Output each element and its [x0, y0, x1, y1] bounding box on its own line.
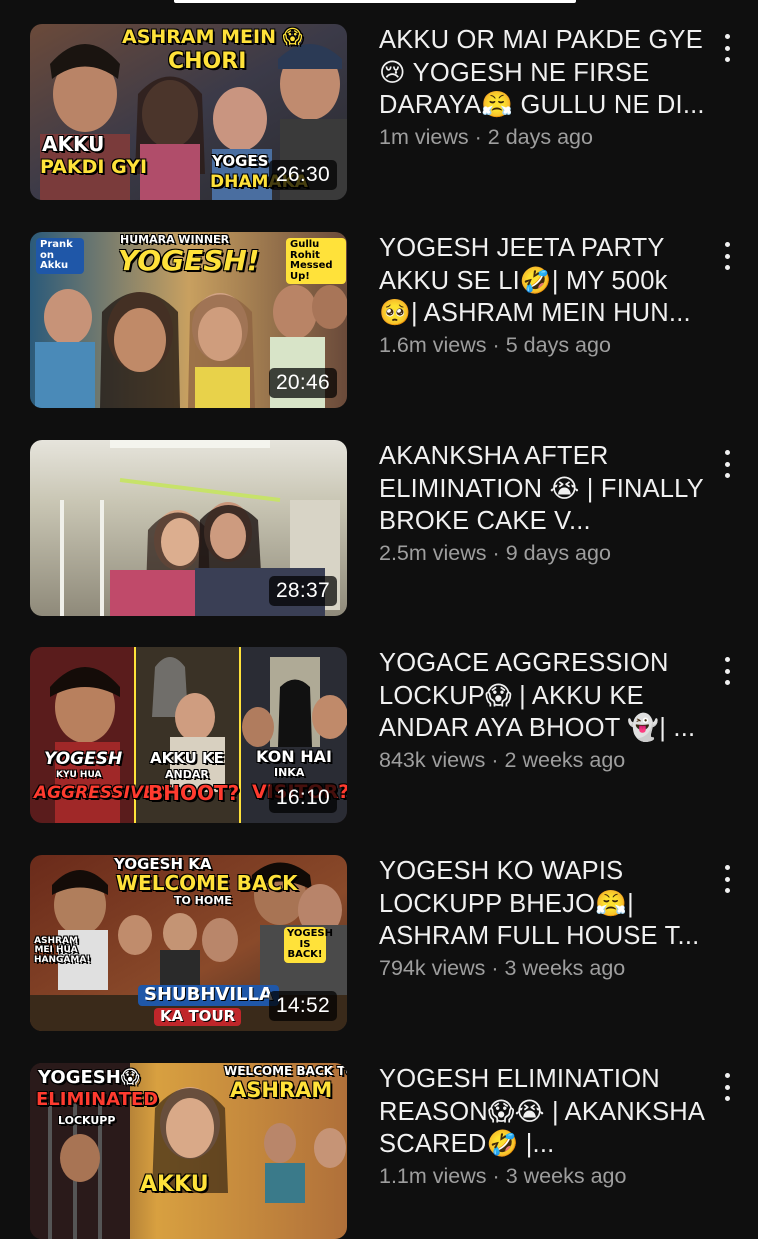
- more-options-icon[interactable]: [720, 242, 734, 270]
- video-thumbnail[interactable]: ASHRAM MEIN 😱 CHORI AKKU PAKDI GYI YOGES…: [30, 24, 347, 200]
- video-thumbnail[interactable]: YOGESH KYU HUA AGGRESSIVE?! AKKU KE ANDA…: [30, 647, 347, 823]
- thumb-caption: ELIMINATED: [36, 1089, 159, 1110]
- thumb-caption: Prank on Akku: [36, 238, 84, 274]
- video-item[interactable]: YOGESH KA WELCOME BACK TO HOME ASHRAM ME…: [0, 855, 758, 1035]
- view-count: 843k views: [379, 748, 486, 772]
- thumb-caption: SHUBHVILLA: [138, 985, 279, 1006]
- video-title[interactable]: YOGESH ELIMINATION REASON😱😭 | AKANKSHA S…: [379, 1063, 709, 1161]
- video-meta: YOGACE AGGRESSION LOCKUP😱 | AKKU KE ANDA…: [379, 647, 709, 773]
- video-item[interactable]: Prank on Akku HUMARA WINNER YOGESH! Gull…: [0, 232, 758, 412]
- video-thumbnail[interactable]: Prank on Akku HUMARA WINNER YOGESH! Gull…: [30, 232, 347, 408]
- view-count: 794k views: [379, 956, 486, 980]
- thumb-caption: AKKU KE: [150, 749, 224, 767]
- upload-age: 9 days ago: [505, 541, 611, 565]
- more-options-icon[interactable]: [720, 34, 734, 62]
- video-stats: 1.6m views · 5 days ago: [379, 333, 709, 358]
- separator: ·: [491, 748, 499, 772]
- video-stats: 794k views · 3 weeks ago: [379, 956, 709, 981]
- thumb-caption: WELCOME BACK: [116, 871, 298, 895]
- video-item[interactable]: YOGESH KYU HUA AGGRESSIVE?! AKKU KE ANDA…: [0, 647, 758, 827]
- thumb-caption: AKKU: [42, 132, 105, 156]
- top-scroll-indicator: [174, 0, 576, 3]
- thumb-caption: KON HAI: [256, 747, 332, 766]
- thumb-caption: PAKDI GYI: [40, 156, 148, 178]
- more-options-icon[interactable]: [720, 657, 734, 685]
- upload-age: 2 days ago: [487, 125, 593, 149]
- video-item[interactable]: 28:37 AKANKSHA AFTER ELIMINATION 😭 | FIN…: [0, 440, 758, 620]
- video-title[interactable]: YOGESH JEETA PARTY AKKU SE LI🤣| MY 500k …: [379, 232, 709, 330]
- video-meta: YOGESH JEETA PARTY AKKU SE LI🤣| MY 500k …: [379, 232, 709, 358]
- thumb-caption: BHOOT?: [148, 781, 240, 805]
- thumb-caption: WELCOME BACK TO: [224, 1064, 347, 1078]
- duration-badge: 14:52: [268, 991, 337, 1021]
- separator: ·: [474, 125, 482, 149]
- video-stats: 1m views · 2 days ago: [379, 125, 709, 150]
- more-options-icon[interactable]: [720, 450, 734, 478]
- duration-badge: 26:30: [268, 160, 337, 190]
- view-count: 1.6m views: [379, 333, 487, 357]
- video-thumbnail[interactable]: YOGESH KA WELCOME BACK TO HOME ASHRAM ME…: [30, 855, 347, 1031]
- video-title[interactable]: YOGACE AGGRESSION LOCKUP😱 | AKKU KE ANDA…: [379, 647, 709, 745]
- upload-age: 2 weeks ago: [504, 748, 626, 772]
- thumb-caption: KA TOUR: [154, 1008, 242, 1026]
- video-item[interactable]: ASHRAM MEIN 😱 CHORI AKKU PAKDI GYI YOGES…: [0, 24, 758, 204]
- video-stats: 1.1m views · 3 weeks ago: [379, 1164, 709, 1189]
- video-meta: AKKU OR MAI PAKDE GYE 😢 YOGESH NE FIRSE …: [379, 24, 709, 150]
- thumb-caption: AKKU: [140, 1172, 209, 1197]
- upload-age: 5 days ago: [505, 333, 611, 357]
- thumb-caption: ANDAR: [165, 768, 209, 781]
- thumb-caption: LOCKUPP: [58, 1114, 116, 1127]
- thumb-caption: YOGES: [212, 152, 269, 170]
- more-options-icon[interactable]: [720, 865, 734, 893]
- thumb-caption: ASHRAM MEIN 😱: [122, 26, 303, 48]
- video-title[interactable]: YOGESH KO WAPIS LOCKUPP BHEJO😤| ASHRAM F…: [379, 855, 709, 953]
- thumb-caption: TO HOME: [174, 894, 232, 907]
- thumb-caption: Gullu Rohit Messed Up!: [286, 238, 346, 284]
- separator: ·: [492, 333, 500, 357]
- separator: ·: [492, 1164, 500, 1188]
- video-title[interactable]: AKKU OR MAI PAKDE GYE 😢 YOGESH NE FIRSE …: [379, 24, 709, 122]
- video-stats: 2.5m views · 9 days ago: [379, 541, 709, 566]
- duration-badge: 16:10: [268, 783, 337, 813]
- separator: ·: [491, 956, 499, 980]
- duration-badge: 28:37: [268, 576, 337, 606]
- video-meta: AKANKSHA AFTER ELIMINATION 😭 | FINALLY B…: [379, 440, 709, 566]
- thumb-caption: ASHRAM: [230, 1078, 333, 1102]
- view-count: 2.5m views: [379, 541, 487, 565]
- video-thumbnail[interactable]: YOGESH😱 ELIMINATED LOCKUPP WELCOME BACK …: [30, 1063, 347, 1239]
- video-item[interactable]: YOGESH😱 ELIMINATED LOCKUPP WELCOME BACK …: [0, 1063, 758, 1239]
- video-thumbnail[interactable]: 28:37: [30, 440, 347, 616]
- separator: ·: [492, 541, 500, 565]
- thumb-caption: YOGESH😱: [38, 1067, 140, 1088]
- duration-badge: 20:46: [268, 368, 337, 398]
- thumb-caption: KYU HUA: [56, 770, 102, 780]
- upload-age: 3 weeks ago: [505, 1164, 627, 1188]
- view-count: 1m views: [379, 125, 469, 149]
- thumb-caption: YOGESH!: [118, 244, 260, 277]
- thumb-caption: YOGESH: [44, 749, 123, 769]
- thumb-caption: ASHRAM MEI HUA HANGAMA!: [34, 936, 91, 965]
- thumb-caption: INKA: [274, 766, 305, 779]
- thumb-caption: YOGESH IS BACK!: [284, 927, 333, 963]
- video-title[interactable]: AKANKSHA AFTER ELIMINATION 😭 | FINALLY B…: [379, 440, 709, 538]
- upload-age: 3 weeks ago: [504, 956, 626, 980]
- video-meta: YOGESH KO WAPIS LOCKUPP BHEJO😤| ASHRAM F…: [379, 855, 709, 981]
- thumb-caption: CHORI: [168, 49, 247, 74]
- video-stats: 843k views · 2 weeks ago: [379, 748, 709, 773]
- view-count: 1.1m views: [379, 1164, 487, 1188]
- more-options-icon[interactable]: [720, 1073, 734, 1101]
- video-meta: YOGESH ELIMINATION REASON😱😭 | AKANKSHA S…: [379, 1063, 709, 1189]
